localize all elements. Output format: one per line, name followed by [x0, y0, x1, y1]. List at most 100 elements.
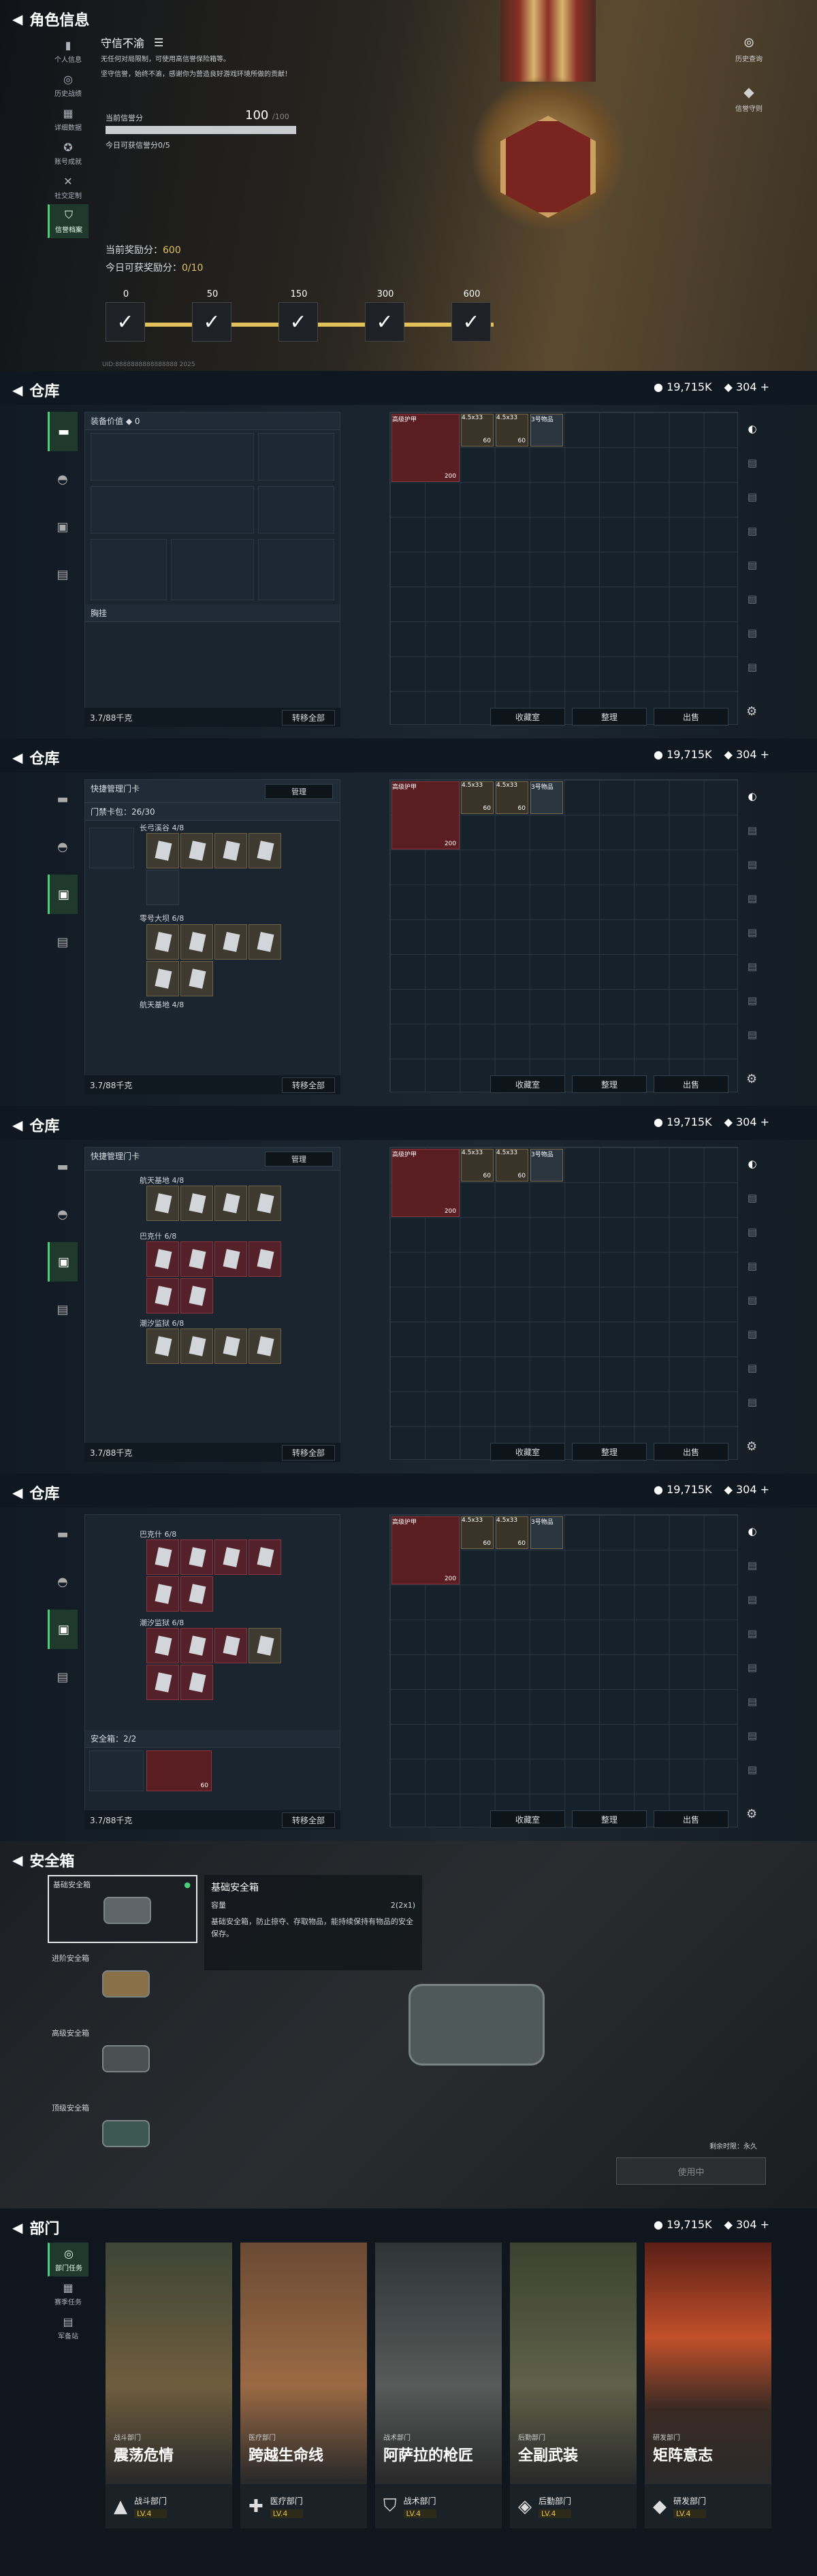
- stash-tab-icon[interactable]: ▤: [742, 1385, 763, 1419]
- sort-button[interactable]: 整理: [572, 708, 647, 725]
- ammo-item[interactable]: 4.5x33 60: [461, 1516, 494, 1549]
- bag-tab-icon[interactable]: ▤: [48, 1290, 78, 1329]
- stash-tab-icon[interactable]: ▤: [742, 983, 763, 1017]
- nav-achievements[interactable]: ✪ 账号成就: [48, 136, 89, 170]
- stash-tab-icon[interactable]: ▤: [742, 1650, 763, 1684]
- stash-tab-icon[interactable]: ▤: [742, 1616, 763, 1650]
- keycard-item[interactable]: [249, 1328, 281, 1364]
- stash-tab-icon[interactable]: ▤: [742, 1181, 763, 1215]
- stash-tab-icon[interactable]: ▤: [742, 1215, 763, 1249]
- coupon-value[interactable]: ◆ 304 +: [724, 1483, 769, 1496]
- in-use-button[interactable]: 使用中: [616, 2157, 766, 2185]
- gun-tab-icon[interactable]: ▬: [48, 412, 78, 451]
- keycard-item[interactable]: [249, 1186, 281, 1221]
- stash-tab-icon[interactable]: ▤: [742, 1017, 763, 1051]
- bag-tab-icon[interactable]: ▤: [48, 1657, 78, 1697]
- safe-option-basic[interactable]: 基础安全箱 ●: [48, 1875, 197, 1943]
- keycard-item[interactable]: [146, 961, 179, 996]
- stash-tab-icon[interactable]: ▤: [742, 514, 763, 548]
- ammo-item[interactable]: 4.5x33 60: [461, 781, 494, 814]
- keycard-item[interactable]: [214, 1328, 247, 1364]
- safe-option-top[interactable]: 顶级安全箱: [48, 2100, 197, 2168]
- nav-season-tasks[interactable]: ▦ 赛季任务: [48, 2277, 89, 2311]
- stash-tab-icon[interactable]: ▤: [742, 582, 763, 616]
- history-query-button[interactable]: ⊚ 历史查询: [735, 34, 763, 63]
- stash-tab-icon[interactable]: ▤: [742, 1317, 763, 1351]
- stash-tab-icon[interactable]: ◐: [742, 1147, 763, 1181]
- manage-button[interactable]: 管理: [265, 1152, 333, 1167]
- transfer-all-button[interactable]: 转移全部: [281, 1444, 335, 1461]
- keycard-item[interactable]: [249, 924, 281, 960]
- keycard-item[interactable]: [214, 1186, 247, 1221]
- keycard-item[interactable]: [180, 1186, 213, 1221]
- keycard-item[interactable]: [146, 1665, 179, 1700]
- pistol-slot[interactable]: [258, 433, 334, 480]
- keycard-tab-icon[interactable]: ▣: [48, 1610, 78, 1649]
- back-button[interactable]: ◀ 仓库: [12, 1482, 59, 1503]
- ammo-item[interactable]: 4.5x33 60: [461, 414, 494, 446]
- sort-button[interactable]: 整理: [572, 1443, 647, 1461]
- ammo-item[interactable]: 4.5x33 60: [496, 781, 528, 814]
- keycard-item[interactable]: [180, 1539, 213, 1575]
- gear-icon[interactable]: ⚙: [746, 1807, 757, 1821]
- bag-tab-icon[interactable]: ▤: [48, 555, 78, 594]
- nav-armory[interactable]: ▤ 军备站: [48, 2311, 89, 2345]
- back-button[interactable]: ◀ 角色信息: [12, 8, 89, 30]
- ammo-item[interactable]: 4.5x33 60: [496, 1516, 528, 1549]
- primary-weapon-slot[interactable]: [91, 433, 254, 480]
- keycard-item[interactable]: [180, 1665, 213, 1700]
- keycard-item[interactable]: [180, 1241, 213, 1277]
- keycard-item[interactable]: [146, 1328, 179, 1364]
- stash-tab-icon[interactable]: ▤: [742, 847, 763, 881]
- keycard-tab-icon[interactable]: ▣: [48, 875, 78, 914]
- nav-history[interactable]: ◎ 历史战绩: [48, 68, 89, 102]
- collection-button[interactable]: 收藏室: [490, 1443, 565, 1461]
- safe-box-item[interactable]: 60: [146, 1750, 212, 1791]
- keycard-item[interactable]: [214, 1628, 247, 1663]
- back-button[interactable]: ◀ 仓库: [12, 747, 59, 768]
- keycard-item[interactable]: [249, 833, 281, 868]
- dept-card-medical[interactable]: 医疗部门 跨越生命线 ✚ 医疗部门 LV.4: [240, 2243, 367, 2528]
- milestone-0[interactable]: 0 ✓: [106, 289, 146, 342]
- stash-tab-icon[interactable]: ▤: [742, 616, 763, 650]
- keycard-item[interactable]: [180, 961, 213, 996]
- dept-card-combat[interactable]: 战斗部门 震荡危情 ▲ 战斗部门 LV.4: [106, 2243, 232, 2528]
- keycard-item[interactable]: [249, 1539, 281, 1575]
- keycard-item[interactable]: [249, 1628, 281, 1663]
- dept-card-research[interactable]: 研发部门 矩阵意志 ◆ 研发部门 LV.4: [645, 2243, 771, 2528]
- coupon-value[interactable]: ◆ 304 +: [724, 748, 769, 761]
- safe-option-advanced[interactable]: 进阶安全箱: [48, 1950, 197, 2018]
- gun-tab-icon[interactable]: ▬: [48, 779, 78, 819]
- keycard-item[interactable]: [146, 1278, 179, 1314]
- stash-tab-icon[interactable]: ▤: [742, 1684, 763, 1718]
- misc-item[interactable]: 3号物品: [530, 414, 563, 446]
- stash-tab-icon[interactable]: ▤: [742, 446, 763, 480]
- keycard-item[interactable]: [180, 1576, 213, 1612]
- back-button[interactable]: ◀ 安全箱: [12, 1849, 74, 1871]
- transfer-all-button[interactable]: 转移全部: [281, 1812, 335, 1828]
- back-button[interactable]: ◀ 仓库: [12, 1114, 59, 1136]
- misc-item[interactable]: 3号物品: [530, 1149, 563, 1181]
- safe-option-senior[interactable]: 高级安全箱: [48, 2025, 197, 2093]
- keycard-item[interactable]: [146, 1576, 179, 1612]
- keycard-item[interactable]: [180, 1328, 213, 1364]
- stash-tab-icon[interactable]: ▤: [742, 1582, 763, 1616]
- helmet-tab-icon[interactable]: ◓: [48, 1562, 78, 1601]
- sell-button[interactable]: 出售: [654, 1810, 728, 1828]
- stash-tab-icon[interactable]: ▤: [742, 813, 763, 847]
- vest-tab-icon[interactable]: ▣: [48, 507, 78, 547]
- helmet-slot[interactable]: [91, 539, 167, 600]
- keycard-pack[interactable]: [89, 828, 134, 868]
- keycard-item[interactable]: [214, 833, 247, 868]
- bag-tab-icon[interactable]: ▤: [48, 922, 78, 962]
- misc-item[interactable]: 3号物品: [530, 781, 563, 814]
- stash-tab-icon[interactable]: ▤: [742, 915, 763, 949]
- helmet-tab-icon[interactable]: ◓: [48, 827, 78, 866]
- coupon-value[interactable]: ◆ 304 +: [724, 1115, 769, 1128]
- nav-detailed-data[interactable]: ▦ 详细数据: [48, 102, 89, 136]
- stash-tab-icon[interactable]: ◐: [742, 412, 763, 446]
- armor-item[interactable]: 高级护甲 200: [391, 414, 460, 482]
- milestone-600[interactable]: 600 ✓: [451, 289, 492, 342]
- helmet-tab-icon[interactable]: ◓: [48, 1194, 78, 1234]
- stash-tab-icon[interactable]: ▤: [742, 1548, 763, 1582]
